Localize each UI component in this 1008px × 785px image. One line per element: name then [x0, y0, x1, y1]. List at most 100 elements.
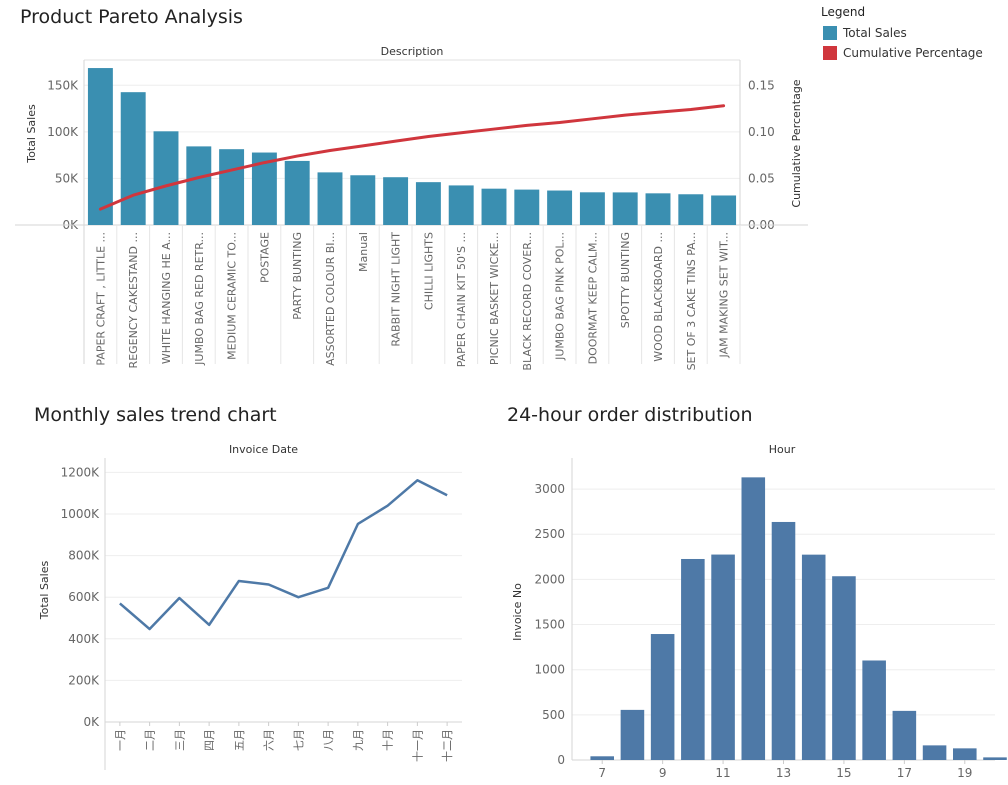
- pareto-bar[interactable]: [383, 177, 409, 225]
- hourly-bar[interactable]: [983, 757, 1007, 760]
- pareto-bar[interactable]: [711, 195, 737, 225]
- hourly-bar[interactable]: [801, 554, 826, 760]
- monthly-y-tick-label: 800K: [68, 549, 100, 563]
- monthly-y-tick-label: 400K: [68, 632, 100, 646]
- monthly-data-point[interactable]: [206, 622, 212, 628]
- pareto-bar[interactable]: [579, 192, 605, 225]
- monthly-data-point[interactable]: [385, 503, 391, 509]
- hourly-y-tick-label: 1500: [534, 618, 565, 632]
- monthly-data-point[interactable]: [355, 521, 361, 527]
- hourly-y-tick-label: 500: [542, 708, 565, 722]
- pareto-bar[interactable]: [415, 182, 441, 225]
- pareto-bar[interactable]: [514, 189, 540, 225]
- pareto-bar[interactable]: [284, 160, 310, 225]
- monthly-x-tick-label: 二月: [144, 729, 157, 751]
- hourly-bar[interactable]: [681, 558, 705, 760]
- hourly-y-tick-label: 3000: [534, 482, 565, 496]
- monthly-x-tick-label: 九月: [352, 729, 365, 751]
- pareto-bar[interactable]: [448, 185, 474, 225]
- pareto-bar[interactable]: [481, 188, 507, 225]
- hourly-bar[interactable]: [892, 710, 917, 760]
- hourly-column-header: Hour: [769, 443, 796, 456]
- pareto-bar[interactable]: [678, 194, 704, 225]
- pareto-category-label: Manual: [357, 232, 370, 272]
- pareto-category-label: WOOD BLACKBOARD ...: [652, 232, 665, 362]
- pareto-category-label: POSTAGE: [258, 232, 271, 283]
- hourly-bar[interactable]: [953, 748, 977, 760]
- hourly-x-tick-label: 13: [776, 766, 791, 780]
- pareto-category-label: REGENCY CAKESTAND ...: [127, 232, 140, 368]
- hourly-bar[interactable]: [832, 576, 856, 760]
- monthly-data-point[interactable]: [176, 595, 182, 601]
- hourly-y-tick-label: 2500: [534, 527, 565, 541]
- hourly-bar[interactable]: [590, 756, 614, 760]
- pareto-bar[interactable]: [317, 172, 343, 225]
- monthly-data-point[interactable]: [266, 582, 272, 588]
- hourly-x-tick-label: 15: [836, 766, 851, 780]
- hourly-x-tick-label: 19: [957, 766, 972, 780]
- pareto-category-label: PICNIC BASKET WICKE...: [488, 232, 501, 365]
- hourly-x-tick-label: 11: [715, 766, 730, 780]
- hourly-y-axis-label: Invoice No: [511, 583, 524, 641]
- monthly-x-tick-label: 十二月: [440, 729, 454, 762]
- monthly-x-tick-label: 一月: [114, 729, 127, 751]
- monthly-data-point[interactable]: [236, 578, 242, 584]
- monthly-x-tick-label: 七月: [292, 729, 305, 751]
- pareto-category-label: JUMBO BAG PINK POL...: [554, 232, 567, 361]
- pareto-category-label: DOORMAT KEEP CALM...: [586, 232, 599, 364]
- pareto-category-label: RABBIT NIGHT LIGHT: [390, 232, 403, 347]
- pareto-bar[interactable]: [350, 175, 376, 225]
- pareto-right-tick-label: 0.05: [748, 171, 775, 185]
- hourly-bar[interactable]: [862, 660, 886, 760]
- pareto-bar[interactable]: [153, 131, 179, 225]
- pareto-bar[interactable]: [186, 146, 212, 225]
- monthly-y-tick-label: 0K: [83, 715, 100, 729]
- hourly-x-tick-label: 7: [598, 766, 606, 780]
- pareto-bar[interactable]: [219, 149, 245, 225]
- pareto-left-tick-label: 100K: [47, 125, 79, 139]
- hourly-bar[interactable]: [620, 709, 645, 760]
- pareto-left-tick-label: 50K: [55, 171, 79, 185]
- monthly-x-tick-label: 十一月: [410, 729, 424, 762]
- monthly-y-tick-label: 600K: [68, 590, 100, 604]
- pareto-category-label: PARTY BUNTING: [291, 232, 304, 320]
- pareto-category-label: SET OF 3 CAKE TINS PA...: [685, 232, 698, 370]
- pareto-bar[interactable]: [547, 190, 573, 225]
- pareto-bar[interactable]: [87, 68, 113, 225]
- monthly-x-tick-label: 十月: [381, 729, 395, 751]
- monthly-data-point[interactable]: [444, 492, 450, 498]
- hourly-bar[interactable]: [922, 745, 947, 760]
- hourly-bar[interactable]: [650, 634, 675, 760]
- monthly-sales-line[interactable]: [119, 479, 448, 631]
- monthly-data-point[interactable]: [295, 594, 301, 600]
- monthly-data-point[interactable]: [117, 600, 123, 606]
- monthly-x-tick-label: 三月: [173, 729, 186, 751]
- hourly-bar[interactable]: [741, 477, 766, 760]
- pareto-bar[interactable]: [612, 192, 638, 225]
- hourly-bar[interactable]: [711, 554, 735, 760]
- hourly-bar[interactable]: [771, 521, 796, 760]
- pareto-category-label: CHILLI LIGHTS: [422, 232, 435, 310]
- monthly-data-point[interactable]: [325, 585, 331, 591]
- charts-canvas: Description0K50K100K150K0.000.050.100.15…: [15, 45, 1007, 780]
- pareto-left-tick-label: 150K: [47, 78, 79, 92]
- pareto-category-label: JAM MAKING SET WIT...: [718, 232, 731, 358]
- monthly-y-tick-label: 200K: [68, 673, 100, 687]
- monthly-x-tick-label: 五月: [233, 729, 246, 751]
- pareto-category-label: JUMBO BAG RED RETR...: [193, 232, 206, 366]
- monthly-y-tick-label: 1000K: [61, 507, 101, 521]
- hourly-x-tick-label: 9: [659, 766, 667, 780]
- monthly-column-header: Invoice Date: [229, 443, 298, 456]
- pareto-bar[interactable]: [120, 92, 146, 225]
- pareto-bar[interactable]: [645, 193, 671, 225]
- pareto-category-label: SPOTTY BUNTING: [619, 232, 632, 328]
- monthly-data-point[interactable]: [414, 477, 420, 483]
- pareto-right-tick-label: 0.15: [748, 78, 775, 92]
- monthly-x-tick-label: 六月: [263, 729, 276, 751]
- monthly-y-tick-label: 1200K: [61, 465, 101, 479]
- pareto-category-label: WHITE HANGING HE A...: [160, 232, 173, 364]
- pareto-category-label: ASSORTED COLOUR BI...: [324, 232, 337, 366]
- pareto-left-axis-label: Total Sales: [25, 104, 38, 164]
- monthly-data-point[interactable]: [147, 626, 153, 632]
- pareto-right-tick-label: 0.10: [748, 125, 775, 139]
